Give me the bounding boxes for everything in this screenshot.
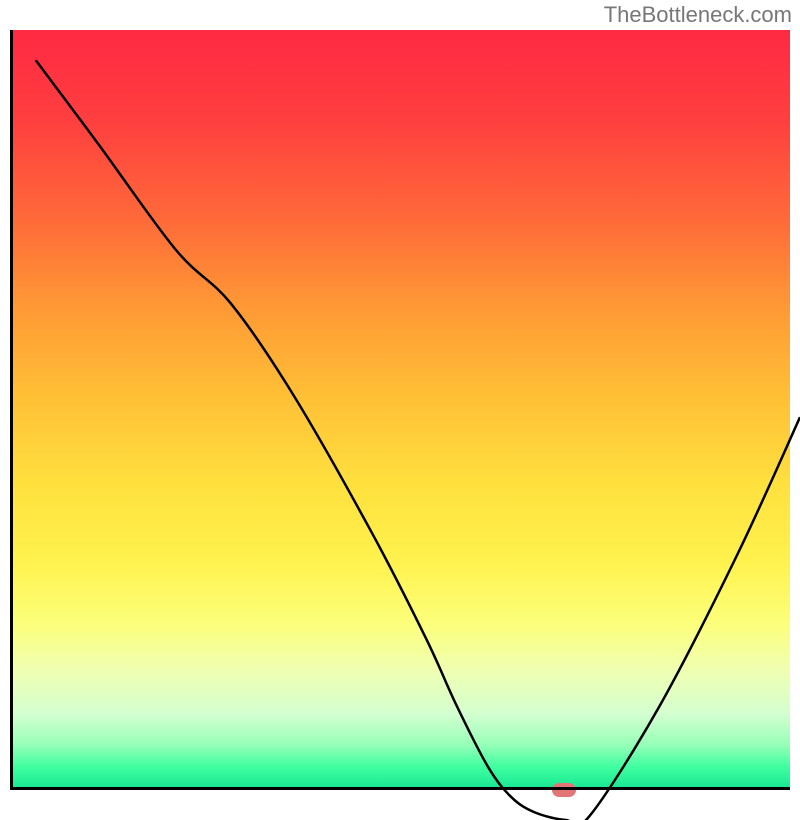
optimal-marker bbox=[552, 783, 576, 797]
bottleneck-chart: TheBottleneck.com bbox=[0, 0, 800, 800]
watermark-text: TheBottleneck.com bbox=[604, 2, 792, 28]
bottleneck-curve-path bbox=[36, 60, 800, 820]
curve-svg bbox=[20, 60, 800, 820]
y-axis bbox=[10, 30, 13, 790]
x-axis bbox=[10, 787, 790, 790]
plot-area bbox=[10, 30, 790, 790]
